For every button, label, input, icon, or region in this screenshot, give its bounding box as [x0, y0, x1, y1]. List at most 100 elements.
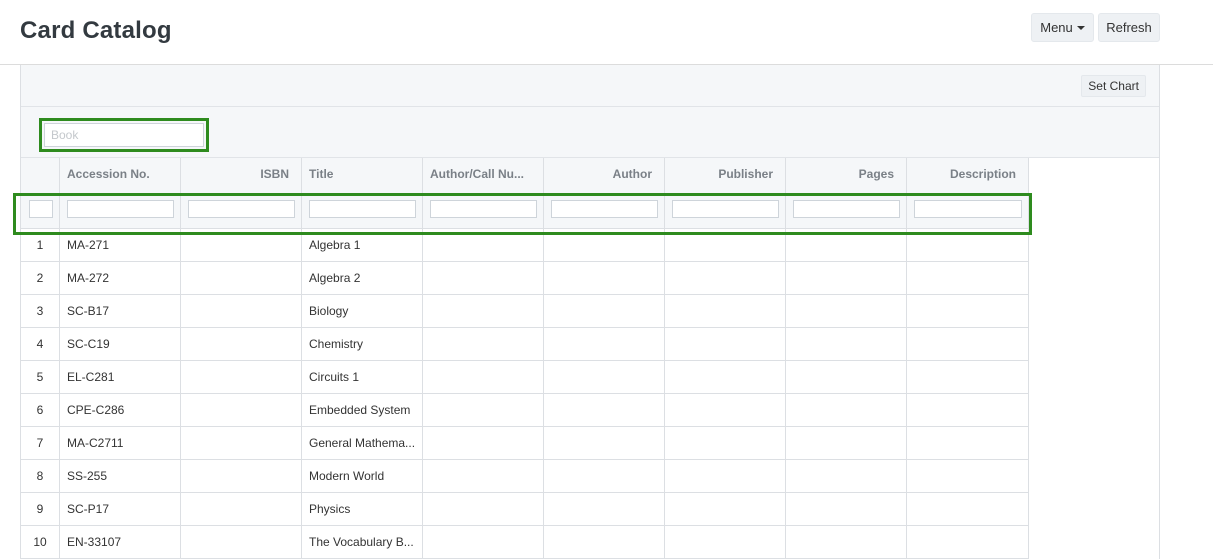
cell-publisher[interactable]	[665, 427, 786, 459]
cell-isbn[interactable]	[181, 427, 302, 459]
cell-author[interactable]	[544, 493, 665, 525]
cell-author_call[interactable]	[423, 262, 544, 294]
cell-title[interactable]: The Vocabulary B...	[302, 526, 423, 558]
filter-input-isbn[interactable]	[188, 200, 295, 218]
cell-title[interactable]: Algebra 2	[302, 262, 423, 294]
table-row[interactable]: 5 EL-C281 Circuits 1	[21, 361, 1029, 394]
column-header-author_call[interactable]: Author/Call Nu...	[423, 158, 544, 189]
cell-description[interactable]	[907, 526, 1029, 558]
cell-author_call[interactable]	[423, 394, 544, 426]
cell-description[interactable]	[907, 229, 1029, 261]
cell-description[interactable]	[907, 427, 1029, 459]
table-row[interactable]: 10 EN-33107 The Vocabulary B...	[21, 526, 1029, 559]
cell-publisher[interactable]	[665, 295, 786, 327]
cell-accession[interactable]: EN-33107	[60, 526, 181, 558]
cell-author[interactable]	[544, 427, 665, 459]
cell-pages[interactable]	[786, 526, 907, 558]
cell-isbn[interactable]	[181, 460, 302, 492]
cell-author_call[interactable]	[423, 361, 544, 393]
cell-author_call[interactable]	[423, 427, 544, 459]
refresh-button[interactable]: Refresh	[1098, 13, 1160, 42]
cell-row[interactable]: 10	[21, 526, 60, 558]
cell-publisher[interactable]	[665, 526, 786, 558]
cell-publisher[interactable]	[665, 229, 786, 261]
cell-accession[interactable]: SC-B17	[60, 295, 181, 327]
cell-description[interactable]	[907, 328, 1029, 360]
table-row[interactable]: 3 SC-B17 Biology	[21, 295, 1029, 328]
cell-row[interactable]: 1	[21, 229, 60, 261]
cell-author[interactable]	[544, 262, 665, 294]
cell-row[interactable]: 6	[21, 394, 60, 426]
cell-accession[interactable]: SC-C19	[60, 328, 181, 360]
column-header-title[interactable]: Title	[302, 158, 423, 189]
cell-author_call[interactable]	[423, 229, 544, 261]
cell-row[interactable]: 5	[21, 361, 60, 393]
cell-isbn[interactable]	[181, 394, 302, 426]
table-row[interactable]: 8 SS-255 Modern World	[21, 460, 1029, 493]
cell-author[interactable]	[544, 295, 665, 327]
cell-publisher[interactable]	[665, 361, 786, 393]
cell-row[interactable]: 3	[21, 295, 60, 327]
column-header-pages[interactable]: Pages	[786, 158, 907, 189]
cell-author_call[interactable]	[423, 328, 544, 360]
cell-accession[interactable]: MA-272	[60, 262, 181, 294]
column-header-row[interactable]	[21, 158, 60, 189]
cell-isbn[interactable]	[181, 328, 302, 360]
cell-title[interactable]: Biology	[302, 295, 423, 327]
cell-row[interactable]: 4	[21, 328, 60, 360]
cell-accession[interactable]: EL-C281	[60, 361, 181, 393]
cell-title[interactable]: Algebra 1	[302, 229, 423, 261]
cell-author_call[interactable]	[423, 295, 544, 327]
table-row[interactable]: 6 CPE-C286 Embedded System	[21, 394, 1029, 427]
cell-pages[interactable]	[786, 229, 907, 261]
column-header-author[interactable]: Author	[544, 158, 665, 189]
cell-publisher[interactable]	[665, 328, 786, 360]
column-header-accession[interactable]: Accession No.	[60, 158, 181, 189]
book-search-input[interactable]	[44, 123, 204, 147]
cell-pages[interactable]	[786, 262, 907, 294]
cell-accession[interactable]: MA-C2711	[60, 427, 181, 459]
filter-input-row[interactable]	[29, 200, 53, 218]
filter-input-publisher[interactable]	[672, 200, 779, 218]
cell-author[interactable]	[544, 229, 665, 261]
cell-pages[interactable]	[786, 460, 907, 492]
cell-pages[interactable]	[786, 493, 907, 525]
cell-accession[interactable]: MA-271	[60, 229, 181, 261]
cell-accession[interactable]: SC-P17	[60, 493, 181, 525]
column-header-isbn[interactable]: ISBN	[181, 158, 302, 189]
cell-author[interactable]	[544, 460, 665, 492]
cell-title[interactable]: Embedded System	[302, 394, 423, 426]
cell-isbn[interactable]	[181, 493, 302, 525]
cell-author_call[interactable]	[423, 493, 544, 525]
cell-publisher[interactable]	[665, 394, 786, 426]
cell-publisher[interactable]	[665, 460, 786, 492]
table-row[interactable]: 2 MA-272 Algebra 2	[21, 262, 1029, 295]
column-header-publisher[interactable]: Publisher	[665, 158, 786, 189]
cell-description[interactable]	[907, 262, 1029, 294]
cell-pages[interactable]	[786, 394, 907, 426]
filter-input-description[interactable]	[914, 200, 1022, 218]
cell-author[interactable]	[544, 526, 665, 558]
cell-accession[interactable]: SS-255	[60, 460, 181, 492]
cell-author[interactable]	[544, 361, 665, 393]
cell-pages[interactable]	[786, 328, 907, 360]
filter-input-author_call[interactable]	[430, 200, 537, 218]
cell-isbn[interactable]	[181, 361, 302, 393]
table-row[interactable]: 7 MA-C2711 General Mathema...	[21, 427, 1029, 460]
cell-title[interactable]: Circuits 1	[302, 361, 423, 393]
cell-pages[interactable]	[786, 295, 907, 327]
cell-row[interactable]: 2	[21, 262, 60, 294]
table-row[interactable]: 9 SC-P17 Physics	[21, 493, 1029, 526]
cell-pages[interactable]	[786, 427, 907, 459]
filter-input-pages[interactable]	[793, 200, 900, 218]
cell-publisher[interactable]	[665, 493, 786, 525]
set-chart-button[interactable]: Set Chart	[1081, 75, 1146, 97]
menu-button[interactable]: Menu	[1031, 13, 1094, 42]
cell-isbn[interactable]	[181, 229, 302, 261]
column-header-description[interactable]: Description	[907, 158, 1029, 189]
cell-description[interactable]	[907, 295, 1029, 327]
cell-row[interactable]: 7	[21, 427, 60, 459]
cell-isbn[interactable]	[181, 526, 302, 558]
cell-row[interactable]: 9	[21, 493, 60, 525]
filter-input-author[interactable]	[551, 200, 658, 218]
